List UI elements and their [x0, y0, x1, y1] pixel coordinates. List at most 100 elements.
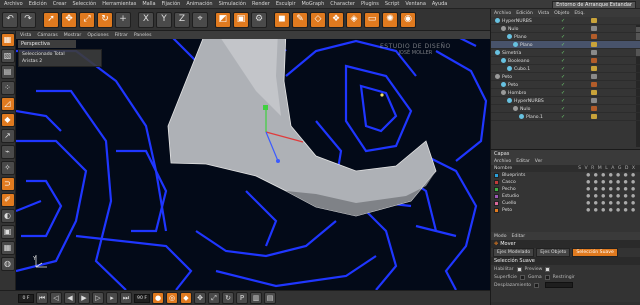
array-icon[interactable]: ❖ — [328, 11, 344, 28]
layer-row[interactable]: Blueprints ● ● ● ● ● ● ● — [491, 172, 640, 179]
object-tree-row[interactable]: Peto ✓ — [491, 73, 640, 81]
autokey-icon[interactable]: ◎ — [166, 292, 178, 304]
menu-item-7[interactable]: Animación — [186, 1, 212, 7]
object-tree-row[interactable]: Nulo ✓ — [491, 25, 640, 33]
light-icon[interactable]: ✺ — [382, 11, 398, 28]
paint-icon[interactable]: ✐ — [0, 193, 15, 207]
menu-item-13[interactable]: Plugins — [361, 1, 379, 7]
cube-icon[interactable]: ◼ — [274, 11, 290, 28]
attributes-menu-item[interactable]: Editar — [512, 234, 526, 239]
layer-color-swatch[interactable] — [494, 208, 499, 213]
edges-mode-icon[interactable]: ◿ — [0, 97, 15, 111]
visibility-check-icon[interactable]: ✓ — [561, 98, 565, 104]
menu-item-10[interactable]: Esculpir — [276, 1, 296, 7]
material-tag-icon[interactable] — [591, 82, 597, 87]
object-tree-row[interactable]: Peto ✓ — [491, 81, 640, 89]
attribute-extra-checkbox[interactable] — [544, 274, 550, 280]
object-tree-item[interactable]: Simetría — [495, 49, 521, 56]
frame-start-field[interactable]: 0 F — [18, 293, 34, 303]
object-tree-row[interactable]: Simetría ✓ — [491, 49, 640, 57]
object-tree-row[interactable]: Hombro ✓ — [491, 89, 640, 97]
object-tree-item[interactable]: Peto — [501, 81, 518, 88]
next-key-icon[interactable]: ▸ — [106, 292, 118, 304]
viewport-menu-item[interactable]: Opciones — [87, 33, 108, 38]
layer-toggle-icons[interactable]: ● ● ● ● ● ● ● — [586, 180, 636, 185]
rotate-key-icon[interactable]: ↻ — [222, 292, 234, 304]
layout-selector[interactable]: Entorno de Arranque Estandar — [552, 0, 636, 9]
object-manager-menu-item[interactable]: Edición — [516, 11, 533, 16]
floor-icon[interactable]: ▭ — [364, 11, 380, 28]
solo-icon[interactable]: ◍ — [0, 257, 15, 271]
layers-menu-item[interactable]: Ver — [535, 159, 543, 164]
visibility-check-icon[interactable]: ✓ — [561, 66, 565, 72]
viewport-menu-item[interactable]: Cámaras — [37, 33, 57, 38]
menu-item-14[interactable]: Script — [385, 1, 400, 7]
object-tree-item[interactable]: HyperNURBS — [495, 17, 532, 24]
viewport-menu-item[interactable]: Vista — [20, 33, 31, 38]
go-start-icon[interactable]: ⏮ — [36, 292, 48, 304]
next-frame-icon[interactable]: ▷ — [92, 292, 104, 304]
timeline-icon[interactable]: ▤ — [264, 292, 276, 304]
menu-item-12[interactable]: Character — [330, 1, 355, 7]
record-icon[interactable]: ● — [152, 292, 164, 304]
menu-item-15[interactable]: Ventana — [405, 1, 426, 7]
layer-row[interactable]: Casco ● ● ● ● ● ● ● — [491, 179, 640, 186]
scale-key-icon[interactable]: ⤢ — [208, 292, 220, 304]
lock-icon[interactable]: ▣ — [0, 225, 15, 239]
undo-icon[interactable]: ↶ — [2, 11, 18, 28]
object-tree-row[interactable]: Plano ✓ — [491, 41, 640, 49]
object-tree-item[interactable]: Nulo — [501, 25, 518, 32]
visibility-check-icon[interactable]: ✓ — [561, 74, 565, 80]
visibility-check-icon[interactable]: ✓ — [561, 18, 565, 24]
viewport-menu-item[interactable]: Filtrar — [115, 33, 128, 38]
move-icon[interactable]: ✥ — [61, 11, 77, 28]
visibility-check-icon[interactable]: ✓ — [561, 82, 565, 88]
attribute-checkbox[interactable] — [534, 282, 540, 288]
layer-toggle-icons[interactable]: ● ● ● ● ● ● ● — [586, 173, 636, 178]
menu-item-4[interactable]: Herramientas — [102, 1, 136, 7]
visibility-check-icon[interactable]: ✓ — [561, 50, 565, 56]
layer-toggle-icons[interactable]: ● ● ● ● ● ● ● — [586, 194, 636, 199]
layout-label[interactable]: Entorno de Arranque Estandar — [552, 0, 636, 9]
polygons-mode-icon[interactable]: ◆ — [0, 113, 15, 127]
menu-item-16[interactable]: Ayuda — [432, 1, 447, 7]
menu-item-1[interactable]: Edición — [29, 1, 47, 7]
object-tree-item[interactable]: Hombro — [501, 89, 526, 96]
perspective-label[interactable]: Perspectiva — [18, 40, 76, 48]
attribute-checkbox[interactable] — [519, 274, 525, 280]
visibility-check-icon[interactable]: ✓ — [561, 34, 565, 40]
material-tag-icon[interactable] — [591, 34, 597, 39]
axis-z-icon[interactable]: Z — [174, 11, 190, 28]
attributes-tab[interactable]: Selección Suave — [572, 248, 618, 257]
redo-icon[interactable]: ↷ — [20, 11, 36, 28]
coordinate-icon[interactable]: ⌖ — [192, 11, 208, 28]
layer-row[interactable]: Estudio ● ● ● ● ● ● ● — [491, 193, 640, 200]
grid-icon[interactable]: ▦ — [0, 241, 15, 255]
object-manager-menu-item[interactable]: Objeto — [554, 11, 569, 16]
object-manager-menu-item[interactable]: Vista — [538, 11, 549, 16]
layer-row[interactable]: Pecho ● ● ● ● ● ● ● — [491, 186, 640, 193]
menu-item-5[interactable]: Malla — [142, 1, 155, 7]
menu-item-0[interactable]: Archivo — [4, 1, 23, 7]
sculpt-icon[interactable]: ◐ — [0, 209, 15, 223]
object-tree-item[interactable]: Plano — [507, 33, 527, 40]
object-manager-menu-item[interactable]: Archivo — [494, 11, 511, 16]
pen-icon[interactable]: ✎ — [292, 11, 308, 28]
attribute-checkbox[interactable] — [516, 266, 522, 272]
object-tree-row[interactable]: Cubo.1 ✓ — [491, 65, 640, 73]
keyframe-icon[interactable]: ◆ — [180, 292, 192, 304]
visibility-check-icon[interactable]: ✓ — [561, 114, 565, 120]
material-tag-icon[interactable] — [591, 50, 597, 55]
visibility-check-icon[interactable]: ✓ — [561, 58, 565, 64]
viewport-menu-item[interactable]: Mostrar — [64, 33, 82, 38]
attributes-menu-item[interactable]: Modo — [494, 234, 507, 239]
object-tree-item[interactable]: Plano — [513, 41, 533, 48]
axis-x-icon[interactable]: X — [138, 11, 154, 28]
material-tag-icon[interactable] — [591, 26, 597, 31]
layer-color-swatch[interactable] — [494, 194, 499, 199]
material-tag-icon[interactable] — [591, 18, 597, 23]
material-tag-icon[interactable] — [591, 74, 597, 79]
object-tree-row[interactable]: HyperNURBS ✓ — [491, 17, 640, 25]
subdivision-icon[interactable]: ◇ — [310, 11, 326, 28]
attributes-tab[interactable]: Ejes Objeto — [536, 248, 571, 257]
